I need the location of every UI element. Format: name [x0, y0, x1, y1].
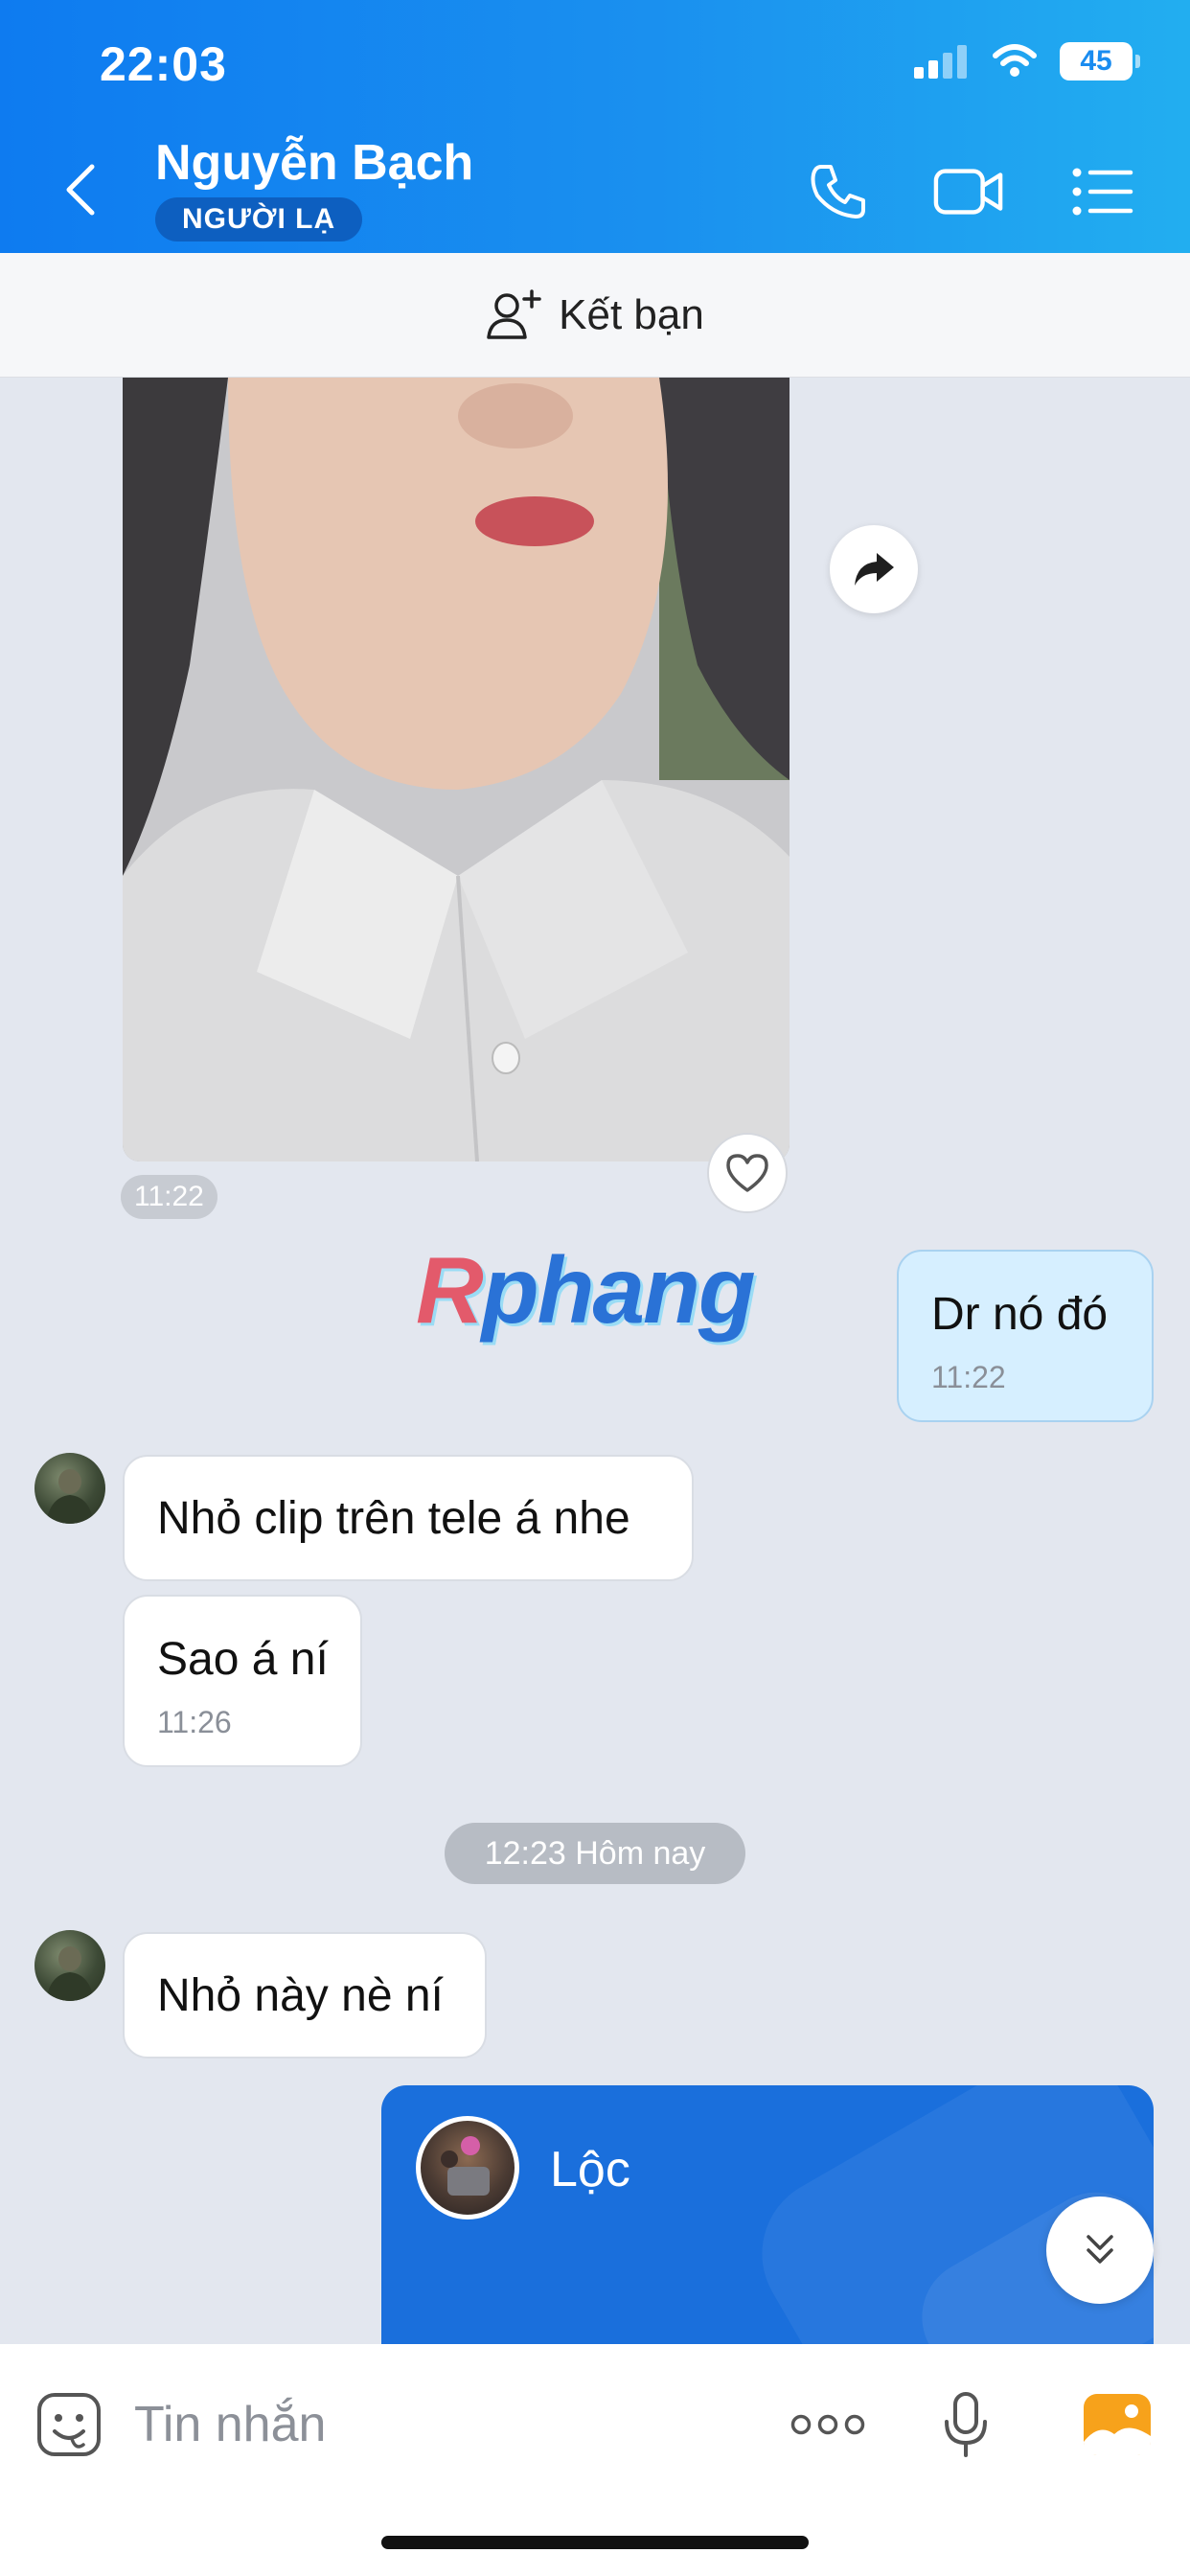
video-call-button[interactable] — [933, 156, 1004, 227]
image-icon — [1084, 2394, 1151, 2455]
their-message-bubble[interactable]: Nhỏ này nè ní — [123, 1932, 487, 2058]
photo-message[interactable] — [123, 378, 790, 1162]
date-separator: 12:23 Hôm nay — [445, 1823, 745, 1884]
forward-button[interactable] — [830, 525, 918, 613]
avatar-image — [46, 1946, 94, 2001]
signal-icon — [914, 45, 967, 79]
message-text: Sao á ní — [157, 1634, 329, 1685]
message-input[interactable] — [134, 2394, 747, 2455]
sticker-button[interactable] — [31, 2386, 107, 2463]
voice-call-button[interactable] — [803, 156, 874, 227]
their-message-bubble[interactable]: Nhỏ clip trên tele á nhe — [123, 1455, 694, 1581]
sticker-icon — [37, 2393, 101, 2456]
back-button[interactable] — [57, 161, 105, 218]
chat-header: 22:03 45 Nguyễn Bạch NGƯỜI LẠ — [0, 0, 1190, 253]
battery-indicator: 45 — [1060, 42, 1140, 80]
my-message-bubble[interactable]: Dr nó đó 11:22 — [897, 1250, 1154, 1422]
photo-content — [123, 378, 790, 1162]
message-text: Nhỏ clip trên tele á nhe — [157, 1492, 630, 1544]
microphone-icon — [945, 2392, 987, 2457]
wifi-icon — [993, 44, 1037, 77]
forward-icon — [855, 553, 894, 586]
avatar-image — [441, 2136, 490, 2196]
phone-icon — [811, 165, 865, 218]
scroll-to-bottom-button[interactable] — [1046, 2196, 1154, 2304]
their-message-bubble[interactable]: Sao á ní 11:26 — [123, 1595, 362, 1767]
voice-message-button[interactable] — [927, 2386, 1004, 2463]
message-text: Dr nó đó — [931, 1289, 1109, 1340]
chevron-double-down-icon — [1087, 2235, 1113, 2264]
more-icon — [790, 2414, 865, 2435]
contact-card-name: Lộc — [550, 2142, 630, 2197]
status-time: 22:03 — [100, 37, 227, 91]
add-friend-icon — [487, 288, 541, 339]
video-call-icon — [933, 169, 1003, 215]
contact-name[interactable]: Nguyễn Bạch — [155, 134, 473, 192]
watermark-logo: Rphang — [416, 1237, 756, 1343]
heart-icon — [726, 1154, 768, 1192]
stranger-badge: NGƯỜI LẠ — [155, 197, 363, 242]
message-text: Nhỏ này nè ní — [157, 1969, 444, 2021]
send-image-button[interactable] — [1079, 2386, 1156, 2463]
status-icons: 45 — [914, 42, 1140, 80]
more-button[interactable] — [790, 2386, 866, 2463]
chat-options-button[interactable] — [1067, 156, 1138, 227]
avatar-image — [46, 1469, 94, 1524]
add-friend-button[interactable]: Kết bạn — [0, 253, 1190, 378]
back-icon — [66, 164, 95, 216]
contact-card-avatar — [416, 2116, 519, 2220]
home-indicator — [381, 2536, 809, 2549]
contact-card-message[interactable]: Lộc — [381, 2085, 1154, 2344]
photo-timestamp: 11:22 — [121, 1175, 217, 1219]
add-friend-label: Kết bạn — [559, 290, 704, 338]
menu-list-icon — [1072, 168, 1133, 216]
react-button[interactable] — [707, 1133, 788, 1213]
message-time: 11:26 — [157, 1705, 232, 1739]
message-time: 11:22 — [931, 1360, 1006, 1394]
sender-avatar[interactable] — [34, 1930, 105, 2001]
sender-avatar[interactable] — [34, 1453, 105, 1524]
